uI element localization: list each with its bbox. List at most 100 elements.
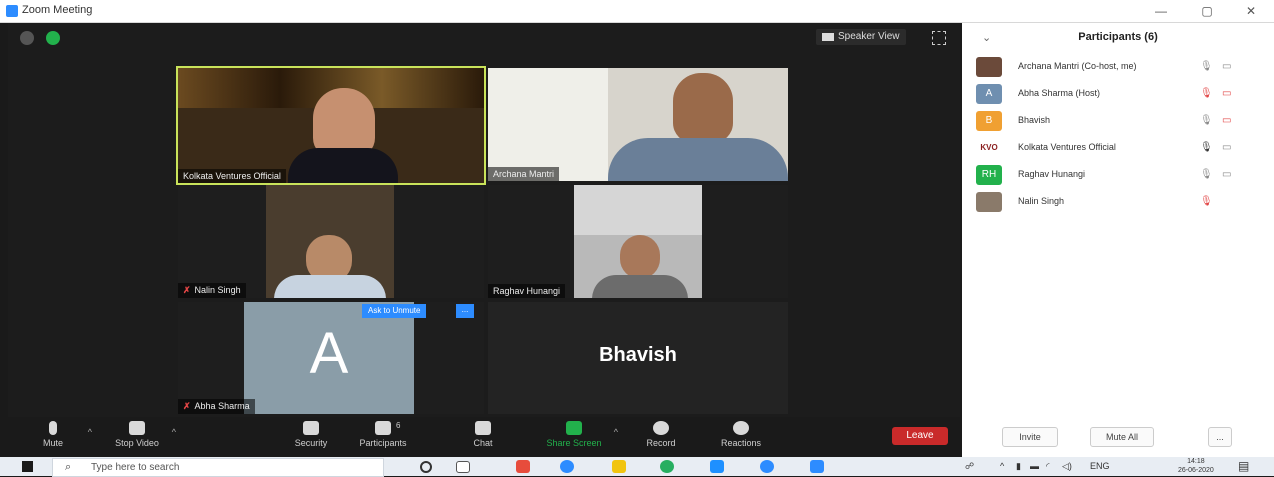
minimize-button[interactable]: — — [1146, 2, 1176, 20]
task-view-icon[interactable] — [456, 461, 470, 473]
notification-icon[interactable]: ▤ — [1238, 459, 1249, 473]
file-explorer-icon[interactable] — [612, 460, 626, 473]
person-body — [288, 148, 398, 183]
microphone-icon — [49, 421, 57, 435]
reactions-button[interactable]: Reactions — [706, 421, 776, 448]
video-off-icon[interactable]: ▭ — [1222, 88, 1231, 99]
microphone-active-icon[interactable]: 🎙 — [1200, 142, 1213, 153]
participants-button[interactable]: Participants 6 — [348, 421, 418, 448]
chat-button[interactable]: Chat — [448, 421, 518, 448]
microphone-icon[interactable]: 🎙 — [1200, 115, 1213, 126]
participant-row[interactable]: Nalin Singh 🎙 — [976, 192, 1266, 214]
video-tile-nalin-singh[interactable]: ✗ Nalin Singh — [178, 185, 484, 298]
search-icon: ⌕ — [65, 461, 72, 473]
battery-icon[interactable]: ▮ — [1016, 461, 1021, 472]
microphone-muted-icon[interactable]: 🎙 — [1200, 196, 1213, 207]
person-face — [673, 73, 733, 143]
app-icon[interactable] — [560, 460, 574, 473]
language-indicator[interactable]: ENG — [1090, 461, 1110, 471]
avatar: A — [976, 84, 1002, 104]
participant-name: Nalin Singh — [1018, 196, 1065, 206]
video-tile-abha-sharma[interactable]: A Ask to Unmute ... ✗ Abha Sharma — [178, 302, 484, 414]
participant-row[interactable]: Archana Mantri (Co-host, me) 🎙 ▭ — [976, 57, 1266, 79]
participant-name: Abha Sharma (Host) — [1018, 88, 1101, 98]
share-screen-icon — [566, 421, 582, 435]
taskbar-clock[interactable]: 14:18 26-06-2020 — [1178, 457, 1214, 475]
more-options-button[interactable]: ... — [1208, 427, 1232, 447]
participant-name: Bhavish — [1018, 115, 1051, 125]
edge-icon[interactable] — [760, 460, 774, 473]
tile-name-text: Nalin Singh — [194, 285, 241, 295]
chrome-icon[interactable] — [660, 460, 674, 473]
chevron-up-icon[interactable]: ^ — [88, 427, 92, 437]
share-screen-button[interactable]: Share Screen ^ — [534, 421, 618, 448]
microphone-icon[interactable]: 🎙 — [1200, 169, 1213, 180]
chat-bubble-icon — [475, 421, 491, 435]
tile-name-label: Kolkata Ventures Official — [178, 169, 286, 183]
video-tile-kolkata-ventures[interactable]: Kolkata Ventures Official — [176, 66, 486, 185]
people-tray-icon[interactable]: ☍ — [965, 461, 974, 472]
microphone-muted-icon[interactable]: 🎙 — [1200, 88, 1213, 99]
participant-row[interactable]: RH Raghav Hunangi 🎙 ▭ — [976, 165, 1266, 187]
store-icon[interactable] — [710, 460, 724, 473]
browser-app-icon[interactable] — [516, 460, 530, 473]
video-feed — [574, 185, 702, 298]
fullscreen-icon[interactable] — [932, 31, 946, 45]
video-tile-bhavish[interactable]: Bhavish — [488, 302, 788, 414]
video-off-icon[interactable]: ▭ — [1222, 115, 1231, 126]
video-feed — [266, 185, 394, 298]
chevron-up-icon[interactable]: ^ — [614, 427, 618, 437]
close-button[interactable]: ✕ — [1236, 2, 1266, 20]
avatar: RH — [976, 165, 1002, 185]
wifi-icon[interactable]: ◜ — [1046, 461, 1050, 472]
avatar-placeholder: A — [244, 302, 414, 414]
volume-icon[interactable]: ◁) — [1062, 461, 1072, 472]
chevron-up-icon[interactable]: ^ — [172, 427, 176, 437]
participant-name: Raghav Hunangi — [1018, 169, 1086, 179]
invite-button[interactable]: Invite — [1002, 427, 1058, 447]
tile-name-label: ✗ Abha Sharma — [178, 399, 255, 414]
window-background — [488, 68, 608, 181]
video-camera-icon[interactable]: ▭ — [1222, 169, 1231, 180]
mute-all-button[interactable]: Mute All — [1090, 427, 1154, 447]
microphone-icon[interactable]: 🎙 — [1200, 61, 1213, 72]
zoom-taskbar-icon[interactable] — [810, 460, 824, 473]
tile-more-button[interactable]: ... — [456, 304, 474, 318]
participant-name: Kolkata Ventures Official — [1018, 142, 1116, 152]
mute-button[interactable]: Mute ^ — [18, 421, 92, 448]
meeting-info-icon[interactable] — [20, 31, 34, 45]
stop-video-button[interactable]: Stop Video ^ — [102, 421, 176, 448]
tile-name-text: Abha Sharma — [194, 401, 250, 411]
ask-to-unmute-button[interactable]: Ask to Unmute — [362, 304, 427, 318]
cortana-icon[interactable] — [420, 461, 432, 473]
video-camera-icon[interactable]: ▭ — [1222, 142, 1231, 153]
participant-row[interactable]: B Bhavish 🎙 ▭ — [976, 111, 1266, 133]
video-camera-icon[interactable]: ▭ — [1222, 61, 1231, 72]
windows-taskbar: ⌕ Type here to search ☍ ^ ▮ ▬ ◜ ◁) ENG 1… — [0, 457, 1274, 477]
mic-off-icon: ✗ — [183, 285, 191, 295]
maximize-button[interactable]: ▢ — [1192, 2, 1222, 20]
record-icon — [653, 421, 669, 435]
person-body — [274, 275, 386, 298]
participants-panel: ⌄ Participants (6) Archana Mantri (Co-ho… — [962, 23, 1274, 457]
meeting-info-icons — [20, 31, 68, 50]
avatar-letter: A — [309, 321, 349, 386]
mute-label: Mute — [42, 438, 63, 448]
leave-button[interactable]: Leave — [892, 427, 948, 445]
security-button[interactable]: Security — [276, 421, 346, 448]
encryption-shield-icon[interactable] — [46, 31, 61, 45]
network-icon[interactable]: ▬ — [1030, 461, 1039, 471]
chat-label: Chat — [473, 438, 493, 448]
taskbar-search-input[interactable]: ⌕ Type here to search — [52, 458, 384, 477]
participant-row[interactable]: A Abha Sharma (Host) 🎙 ▭ — [976, 84, 1266, 106]
speaker-view-button[interactable]: Speaker View — [816, 29, 906, 45]
window-title: Zoom Meeting — [22, 4, 93, 16]
windows-start-icon[interactable] — [22, 461, 33, 472]
record-button[interactable]: Record — [626, 421, 696, 448]
stop-video-label: Stop Video — [115, 438, 159, 448]
chevron-up-icon[interactable]: ^ — [1000, 461, 1004, 471]
speaker-view-label: Speaker View — [838, 31, 900, 42]
video-tile-raghav-hunangi[interactable]: Raghav Hunangi — [488, 185, 788, 298]
video-tile-archana-mantri[interactable]: Archana Mantri — [488, 68, 788, 181]
participant-row[interactable]: KVO Kolkata Ventures Official 🎙 ▭ — [976, 138, 1266, 160]
